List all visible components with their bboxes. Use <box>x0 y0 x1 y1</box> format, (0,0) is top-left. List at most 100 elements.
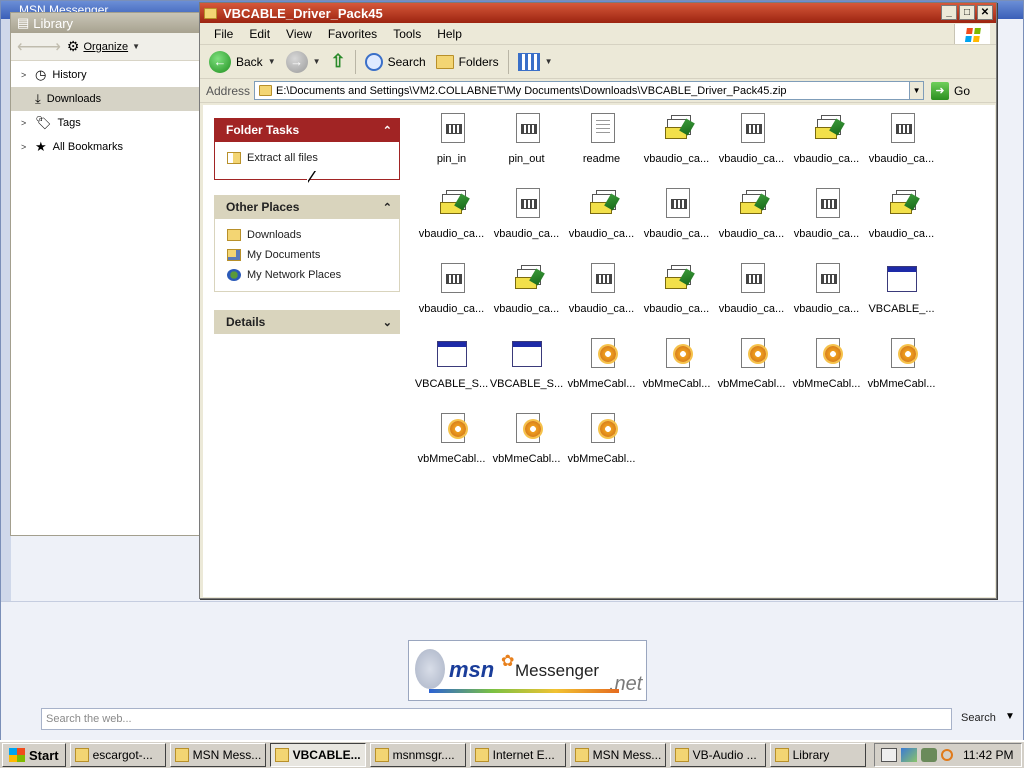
taskbar-button[interactable]: escargot-... <box>69 743 166 767</box>
taskbar-button[interactable]: MSN Mess... <box>169 743 266 767</box>
taskbar-button[interactable]: VBCABLE... <box>269 743 366 767</box>
details-header[interactable]: Details ⌄ <box>214 310 400 334</box>
menu-tools[interactable]: Tools <box>385 27 429 41</box>
chevron-right-icon[interactable]: > <box>21 70 29 80</box>
menu-file[interactable]: File <box>206 27 241 41</box>
chevron-right-icon[interactable]: > <box>21 142 29 152</box>
file-item[interactable]: vbaudio_ca... <box>714 259 789 331</box>
chevron-down-icon[interactable]: ▼ <box>909 82 924 99</box>
file-item[interactable]: vbMmeCabl... <box>714 334 789 406</box>
file-item[interactable]: vbaudio_ca... <box>789 109 864 181</box>
taskbar-button[interactable]: VB-Audio ... <box>669 743 766 767</box>
security-catalog-icon <box>511 263 543 297</box>
file-item[interactable]: VBCABLE_S... <box>414 334 489 406</box>
start-button[interactable]: Start <box>2 743 66 767</box>
file-item[interactable]: vbaudio_ca... <box>789 184 864 256</box>
file-item[interactable]: vbaudio_ca... <box>789 259 864 331</box>
taskbar-button[interactable]: MSN Mess... <box>569 743 666 767</box>
back-forward-icon[interactable]: ⟵⟶ <box>17 37 61 57</box>
library-item-downloads[interactable]: ⤓ Downloads <box>11 87 199 111</box>
views-button[interactable]: ▼ <box>515 48 556 76</box>
explorer-title: VBCABLE_Driver_Pack45 <box>223 5 383 21</box>
taskbar-button[interactable]: Internet E... <box>469 743 566 767</box>
file-item[interactable]: vbMmeCabl... <box>639 334 714 406</box>
other-place-my-network-places[interactable]: My Network Places <box>227 265 389 285</box>
other-place-my-documents[interactable]: My Documents <box>227 245 389 265</box>
taskbar-button[interactable]: msnmsgr.... <box>369 743 466 767</box>
file-item[interactable]: vbMmeCabl... <box>564 334 639 406</box>
search-button[interactable]: Search <box>362 48 429 76</box>
msn-logo-brand: msn <box>449 657 495 682</box>
file-item[interactable]: vbaudio_ca... <box>489 184 564 256</box>
up-folder-button[interactable]: ⇧ <box>328 48 349 76</box>
file-item[interactable]: vbMmeCabl... <box>489 409 564 481</box>
file-item[interactable]: vbaudio_ca... <box>564 184 639 256</box>
expand-icon[interactable]: ⌄ <box>383 316 392 329</box>
extract-all-files-link[interactable]: Extract all files <box>227 148 389 168</box>
network-icon[interactable] <box>901 748 917 762</box>
folders-button[interactable]: Folders <box>433 48 502 76</box>
chevron-down-icon[interactable]: ▼ <box>313 57 321 66</box>
menu-favorites[interactable]: Favorites <box>320 27 385 41</box>
msn-swoosh <box>429 689 619 693</box>
file-item[interactable]: vbaudio_ca... <box>639 109 714 181</box>
file-item[interactable]: vbaudio_ca... <box>489 259 564 331</box>
file-item[interactable]: VBCABLE_S... <box>489 334 564 406</box>
menu-edit[interactable]: Edit <box>241 27 278 41</box>
forward-button[interactable]: → ▼ <box>283 48 324 76</box>
file-item[interactable]: vbaudio_ca... <box>714 109 789 181</box>
maximize-button[interactable]: □ <box>959 5 975 20</box>
go-button[interactable]: ➜ Go <box>928 81 973 101</box>
file-item[interactable]: vbaudio_ca... <box>414 184 489 256</box>
collapse-icon[interactable]: ⌃ <box>383 124 392 137</box>
library-item-all-bookmarks[interactable]: > ★ All Bookmarks <box>11 135 199 159</box>
file-item[interactable]: readme <box>564 109 639 181</box>
msn-search-input[interactable]: Search the web... <box>41 708 952 730</box>
library-item-history[interactable]: > ◷ History <box>11 63 199 87</box>
back-button[interactable]: ← Back ▼ <box>206 48 279 76</box>
file-item[interactable]: vbMmeCabl... <box>564 409 639 481</box>
chevron-down-icon[interactable]: ▼ <box>1005 711 1015 722</box>
menu-help[interactable]: Help <box>429 27 470 41</box>
other-places-header[interactable]: Other Places ⌃ <box>214 195 400 219</box>
file-item[interactable]: vbaudio_ca... <box>414 259 489 331</box>
folder-tasks-header[interactable]: Folder Tasks ⌃ <box>214 118 400 142</box>
file-item[interactable]: pin_out <box>489 109 564 181</box>
file-item[interactable]: vbaudio_ca... <box>864 109 939 181</box>
library-item-label: Downloads <box>46 93 102 105</box>
file-item[interactable]: vbaudio_ca... <box>864 184 939 256</box>
msn-search-button[interactable]: Search <box>961 712 996 724</box>
file-item[interactable]: vbaudio_ca... <box>564 259 639 331</box>
messenger-tray-icon[interactable] <box>941 749 953 761</box>
menu-view[interactable]: View <box>278 27 320 41</box>
file-item[interactable]: VBCABLE_... <box>864 259 939 331</box>
clock[interactable]: 11:42 PM <box>963 748 1013 762</box>
chevron-down-icon[interactable]: ▼ <box>268 57 276 66</box>
organize-button[interactable]: ⚙ Organize ▼ <box>67 38 140 55</box>
file-item[interactable]: vbaudio_ca... <box>714 184 789 256</box>
file-name: vbaudio_ca... <box>868 153 935 165</box>
keyboard-icon[interactable] <box>881 748 897 762</box>
volume-icon[interactable] <box>921 748 937 762</box>
minimize-button[interactable]: _ <box>941 5 957 20</box>
zip-folder-icon <box>227 152 241 164</box>
close-button[interactable]: ✕ <box>977 5 993 20</box>
other-place-downloads[interactable]: Downloads <box>227 225 389 245</box>
security-catalog-icon <box>736 188 768 222</box>
library-title-bar[interactable]: ▤ Library <box>11 13 199 33</box>
collapse-icon[interactable]: ⌃ <box>383 201 392 214</box>
taskbar-button-label: escargot-... <box>92 748 153 762</box>
address-input[interactable]: E:\Documents and Settings\VM2.COLLABNET\… <box>254 81 925 100</box>
file-item[interactable]: vbMmeCabl... <box>414 409 489 481</box>
chevron-right-icon[interactable]: > <box>21 118 29 128</box>
file-item[interactable]: vbaudio_ca... <box>639 259 714 331</box>
security-catalog-icon <box>886 188 918 222</box>
explorer-title-bar[interactable]: VBCABLE_Driver_Pack45 _ □ ✕ <box>200 3 996 23</box>
file-item[interactable]: vbaudio_ca... <box>639 184 714 256</box>
file-item[interactable]: vbMmeCabl... <box>864 334 939 406</box>
file-item[interactable]: vbMmeCabl... <box>789 334 864 406</box>
library-item-tags[interactable]: > 🏷 Tags <box>11 111 199 135</box>
file-item[interactable]: pin_in <box>414 109 489 181</box>
taskbar-button[interactable]: Library <box>769 743 866 767</box>
gear-icon: ⚙ <box>66 38 80 54</box>
